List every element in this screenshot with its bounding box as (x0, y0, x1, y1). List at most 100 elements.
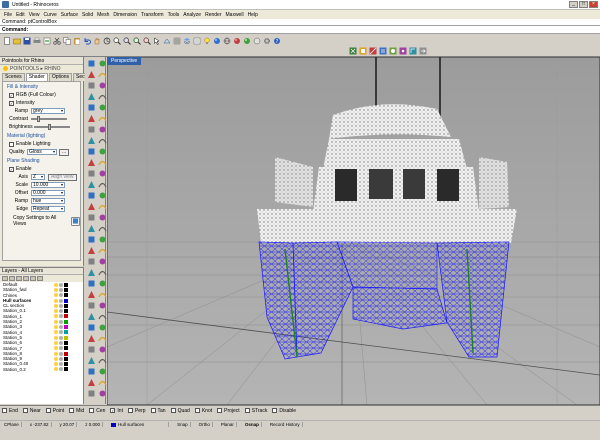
perspective-viewport[interactable]: Perspective (107, 57, 600, 405)
delete-layer-icon[interactable] (16, 276, 22, 281)
osnap-cen[interactable]: Cen (89, 408, 105, 414)
ortho-toggle[interactable]: Ortho (197, 422, 213, 427)
flow-icon[interactable] (86, 322, 96, 332)
plane-enable-checkbox[interactable]: ✓ (9, 166, 14, 172)
osnap-strack[interactable]: STrack (244, 408, 267, 414)
layer-lock-icon[interactable] (59, 362, 63, 367)
scale-icon[interactable] (97, 212, 107, 222)
filter-icon[interactable] (37, 276, 43, 281)
rendered-sphere-icon[interactable] (242, 36, 251, 45)
xray-sphere-icon[interactable] (252, 36, 261, 45)
block-icon[interactable] (97, 267, 107, 277)
copy-settings-icon[interactable] (71, 216, 80, 226)
planar-toggle[interactable]: Planar (219, 422, 237, 427)
osnap-checkbox[interactable] (194, 408, 200, 413)
plane-ramp-select[interactable]: hue (31, 198, 65, 204)
script-icon[interactable] (86, 366, 96, 376)
pointools-select-icon[interactable] (348, 47, 357, 56)
pointools-snap-icon[interactable] (408, 47, 417, 56)
viewport-title-tab[interactable]: Perspective (107, 57, 142, 65)
text-icon[interactable] (97, 113, 107, 123)
section-icon[interactable] (86, 344, 96, 354)
layer-lock-icon[interactable] (59, 309, 63, 314)
sphere-icon[interactable] (97, 146, 107, 156)
zoom-window-icon[interactable] (122, 36, 131, 45)
contrast-slider[interactable] (31, 116, 67, 122)
ramp-select[interactable]: grey (31, 108, 65, 114)
osnap-quad[interactable]: Quad (170, 408, 190, 414)
open-folder-icon[interactable] (12, 36, 21, 45)
layer-lock-icon[interactable] (59, 303, 63, 308)
cone-icon[interactable] (97, 157, 107, 167)
wireframe-sphere-icon[interactable] (222, 36, 231, 45)
menu-file[interactable]: File (2, 12, 14, 18)
rgb-checkbox[interactable]: ✓ (9, 92, 14, 98)
menu-tools[interactable]: Tools (166, 12, 182, 18)
layer-icon[interactable] (182, 36, 191, 45)
layer-color-swatch[interactable] (64, 346, 68, 351)
layer-visible-icon[interactable] (54, 282, 58, 287)
pointools-layers-icon[interactable] (378, 47, 387, 56)
osnap-near[interactable]: Near (22, 408, 41, 414)
rectangle-icon[interactable] (86, 102, 96, 112)
curve-icon[interactable] (86, 80, 96, 90)
menu-transform[interactable]: Transform (139, 12, 166, 18)
snap-toggle[interactable]: Snap (175, 422, 191, 427)
layer-lock-icon[interactable] (59, 367, 63, 372)
loft-icon[interactable] (86, 135, 96, 145)
menu-maxwell[interactable]: Maxwell (224, 12, 246, 18)
freeform-icon[interactable] (86, 113, 96, 123)
layer-lock-icon[interactable] (59, 346, 63, 351)
point-icon[interactable] (97, 58, 107, 68)
contour-icon[interactable] (97, 333, 107, 343)
move-up-icon[interactable] (23, 276, 29, 281)
properties-icon[interactable] (192, 36, 201, 45)
layer-lock-icon[interactable] (59, 356, 63, 361)
brightness-slider-thumb[interactable] (48, 124, 51, 130)
polyline-icon[interactable] (97, 69, 107, 79)
select-icon[interactable] (152, 36, 161, 45)
history-icon[interactable] (97, 344, 107, 354)
shaded-sphere-icon[interactable] (232, 36, 241, 45)
unroll-icon[interactable] (86, 333, 96, 343)
menu-curve[interactable]: Curve (41, 12, 58, 18)
osnap-int[interactable]: ✓ Int (110, 408, 123, 414)
select-points-icon[interactable] (86, 58, 96, 68)
layer-lock-icon[interactable] (59, 314, 63, 319)
osnap-checkbox[interactable]: ✓ (110, 408, 116, 413)
layer-color-swatch[interactable] (64, 293, 68, 298)
layer-color-swatch[interactable] (64, 319, 68, 324)
paste-icon[interactable] (72, 36, 81, 45)
layer-color-swatch[interactable] (64, 362, 68, 367)
arc-icon[interactable] (97, 80, 107, 90)
layer-visible-icon[interactable] (54, 362, 58, 367)
options-gear-icon[interactable] (262, 36, 271, 45)
texture-icon[interactable] (97, 388, 107, 398)
menu-dimension[interactable]: Dimension (111, 12, 139, 18)
layer-visible-icon[interactable] (54, 287, 58, 292)
osnap-checkbox[interactable] (244, 408, 250, 413)
osnap-checkbox[interactable] (89, 408, 95, 413)
intensity-checkbox[interactable]: ✓ (9, 100, 14, 106)
layer-visible-icon[interactable] (54, 293, 58, 298)
tab-scenes[interactable]: Scenes (2, 73, 25, 81)
layer-visible-icon[interactable] (54, 346, 58, 351)
layer-lock-icon[interactable] (59, 351, 63, 356)
mesh-icon[interactable] (86, 245, 96, 255)
move-icon[interactable] (86, 201, 96, 211)
osnap-checkbox[interactable] (217, 408, 223, 413)
new-sublayer-icon[interactable] (9, 276, 15, 281)
layer-visible-icon[interactable] (54, 314, 58, 319)
menu-solid[interactable]: Solid (80, 12, 95, 18)
layer-color-swatch[interactable] (64, 325, 68, 330)
split-icon[interactable] (97, 179, 107, 189)
edge-select[interactable]: Repeat (31, 206, 65, 212)
osnap-checkbox[interactable] (272, 408, 278, 413)
layer-lock-icon[interactable] (59, 330, 63, 335)
tab-options[interactable]: Options (48, 73, 73, 81)
cut-icon[interactable] (52, 36, 61, 45)
osnap-checkbox[interactable] (150, 408, 156, 413)
layer-lock-icon[interactable] (59, 319, 63, 324)
environment-icon[interactable] (86, 311, 96, 321)
osnap-checkbox[interactable] (45, 408, 51, 413)
